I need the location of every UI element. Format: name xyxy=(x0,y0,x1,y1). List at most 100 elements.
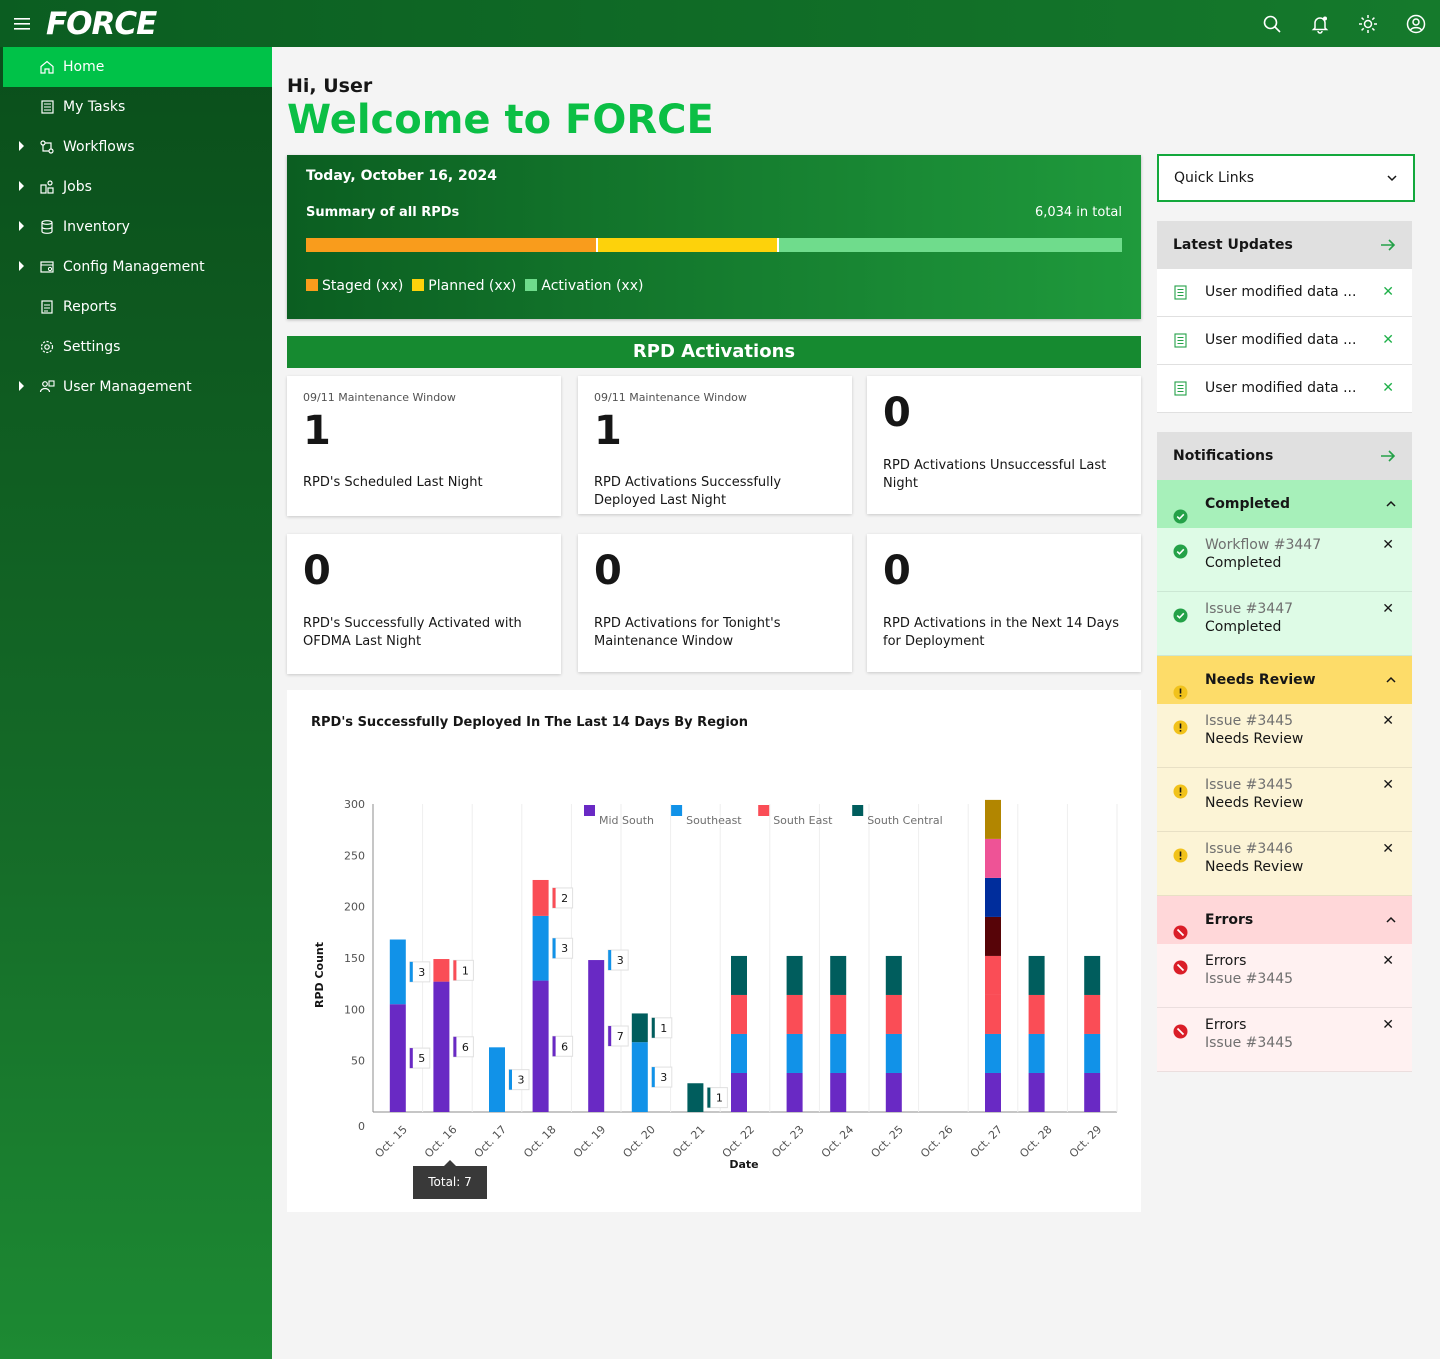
sidebar-item-my-tasks[interactable]: My Tasks xyxy=(0,87,272,127)
sidebar-item-user-management[interactable]: User Management xyxy=(0,367,272,407)
caret-right-icon[interactable] xyxy=(19,181,24,191)
menu-icon[interactable] xyxy=(0,0,46,47)
sidebar-item-inventory[interactable]: Inventory xyxy=(0,207,272,247)
page-title: Welcome to FORCE xyxy=(287,97,714,143)
sidebar-item-jobs[interactable]: Jobs xyxy=(0,167,272,207)
bar-segment xyxy=(830,1072,847,1112)
bar-segment xyxy=(830,994,847,1034)
greeting-hi: Hi, User xyxy=(287,75,373,97)
close-icon[interactable]: ✕ xyxy=(1382,840,1394,858)
close-icon[interactable]: ✕ xyxy=(1382,776,1394,794)
bar-segment xyxy=(885,994,902,1034)
bar-segment xyxy=(1084,1033,1101,1073)
activation-card[interactable]: 0 RPD's Successfully Activated with OFDMA… xyxy=(287,534,561,674)
notifications-header: Notifications xyxy=(1157,432,1412,480)
bar-segment xyxy=(786,1033,803,1073)
success-icon xyxy=(1173,544,1188,559)
bar-segment xyxy=(433,981,450,1112)
close-icon[interactable]: ✕ xyxy=(1382,600,1394,618)
caret-right-icon[interactable] xyxy=(19,141,24,151)
activation-card[interactable]: 09/11 Maintenance Window 1 RPD's Scheduled… xyxy=(287,376,561,516)
close-icon[interactable]: ✕ xyxy=(1382,269,1394,316)
tasks-icon xyxy=(39,99,55,115)
notification-item[interactable]: Issue #3447 Completed ✕ xyxy=(1157,592,1412,656)
notification-group-warning[interactable]: Needs Review xyxy=(1157,656,1412,704)
rpd-activations-header: RPD Activations xyxy=(287,336,1141,368)
sidebar-item-label: My Tasks xyxy=(63,99,126,115)
bar-segment xyxy=(985,994,1001,1034)
caret-right-icon[interactable] xyxy=(19,381,24,391)
sidebar-item-reports[interactable]: Reports xyxy=(0,287,272,327)
card-value: 0 xyxy=(594,548,622,594)
legend-swatch xyxy=(412,279,425,291)
main-content: Hi, User Welcome to FORCE Today, October… xyxy=(272,47,1440,1359)
bar-segment xyxy=(786,955,803,995)
close-icon[interactable]: ✕ xyxy=(1382,952,1394,970)
notification-group-error[interactable]: Errors xyxy=(1157,896,1412,944)
activation-card[interactable]: 0 RPD Activations Unsuccessful Last Night xyxy=(867,376,1141,514)
success-icon xyxy=(1173,608,1188,623)
close-icon[interactable]: ✕ xyxy=(1382,365,1394,412)
notification-line-1: Issue #3445 xyxy=(1205,777,1294,793)
y-tick-label: 150 xyxy=(344,952,365,965)
activation-card[interactable]: 0 RPD Activations in the Next 14 Days for… xyxy=(867,534,1141,672)
top-bar: FORCE xyxy=(0,0,1440,47)
x-axis-title: Date xyxy=(729,1158,758,1171)
activation-card[interactable]: 0 RPD Activations for Tonight's Maintenan… xyxy=(578,534,852,672)
sidebar-item-config-management[interactable]: Config Management xyxy=(0,247,272,287)
arrow-right-icon[interactable] xyxy=(1378,235,1398,255)
update-item[interactable]: User modified data ... ✕ xyxy=(1157,317,1412,365)
close-icon[interactable]: ✕ xyxy=(1382,317,1394,364)
update-item[interactable]: User modified data ... ✕ xyxy=(1157,269,1412,317)
close-icon[interactable]: ✕ xyxy=(1382,1016,1394,1034)
gear-icon xyxy=(39,339,55,355)
notification-item[interactable]: Issue #3445 Needs Review ✕ xyxy=(1157,704,1412,768)
chevron-up-icon[interactable] xyxy=(1384,673,1398,687)
user-avatar-icon[interactable] xyxy=(1392,0,1440,47)
sidebar-item-label: Jobs xyxy=(63,179,92,195)
card-description: RPD Activations Successfully Deployed La… xyxy=(594,475,782,508)
bar-segment xyxy=(1028,994,1045,1034)
notification-icon[interactable] xyxy=(1296,0,1344,47)
chevron-up-icon[interactable] xyxy=(1384,913,1398,927)
x-tick-label: Oct. 29 xyxy=(1067,1123,1104,1160)
close-icon[interactable]: ✕ xyxy=(1382,536,1394,554)
y-tick-label: 200 xyxy=(344,901,365,914)
notification-line-1: Issue #3445 xyxy=(1205,713,1294,729)
caret-right-icon[interactable] xyxy=(19,261,24,271)
notification-item[interactable]: Issue #3445 Needs Review ✕ xyxy=(1157,768,1412,832)
quick-links-dropdown[interactable]: Quick Links xyxy=(1157,154,1415,202)
bar-segment xyxy=(731,994,747,1034)
notification-item[interactable]: Workflow #3447 Completed ✕ xyxy=(1157,528,1412,592)
card-description: RPD Activations for Tonight's Maintenanc… xyxy=(594,616,781,649)
sidebar-item-workflows[interactable]: Workflows xyxy=(0,127,272,167)
legend-item: Planned (xx) xyxy=(412,278,516,294)
search-icon[interactable] xyxy=(1248,0,1296,47)
app-logo[interactable]: FORCE xyxy=(46,6,157,42)
theme-icon[interactable] xyxy=(1344,0,1392,47)
data-label-marker xyxy=(552,938,556,959)
bar-segment xyxy=(1028,1033,1045,1073)
bar-segment xyxy=(786,994,803,1034)
bar-segment xyxy=(1084,955,1101,995)
activation-card[interactable]: 09/11 Maintenance Window 1 RPD Activations… xyxy=(578,376,852,514)
notification-group-success[interactable]: Completed xyxy=(1157,480,1412,528)
notification-item[interactable]: Errors Issue #3445 ✕ xyxy=(1157,944,1412,1008)
y-tick-label: 300 xyxy=(344,798,365,811)
notification-line-1: Issue #3447 xyxy=(1205,601,1294,617)
notification-item[interactable]: Issue #3446 Needs Review ✕ xyxy=(1157,832,1412,896)
progress-segment-2 xyxy=(776,238,1122,252)
notification-item[interactable]: Errors Issue #3445 ✕ xyxy=(1157,1008,1412,1072)
close-icon[interactable]: ✕ xyxy=(1382,712,1394,730)
arrow-right-icon[interactable] xyxy=(1378,446,1398,466)
notification-line-1: Issue #3446 xyxy=(1205,841,1294,857)
sidebar-item-settings[interactable]: Settings xyxy=(0,327,272,367)
sidebar-item-home[interactable]: Home xyxy=(3,47,272,87)
y-tick-label: 100 xyxy=(344,1003,365,1016)
card-caption: 09/11 Maintenance Window xyxy=(303,391,456,404)
chevron-up-icon[interactable] xyxy=(1384,497,1398,511)
bar-segment xyxy=(830,1033,847,1073)
caret-right-icon[interactable] xyxy=(19,221,24,231)
update-item[interactable]: User modified data ... ✕ xyxy=(1157,365,1412,413)
rpd-summary-card: Today, October 16, 2024 Summary of all R… xyxy=(287,155,1141,319)
